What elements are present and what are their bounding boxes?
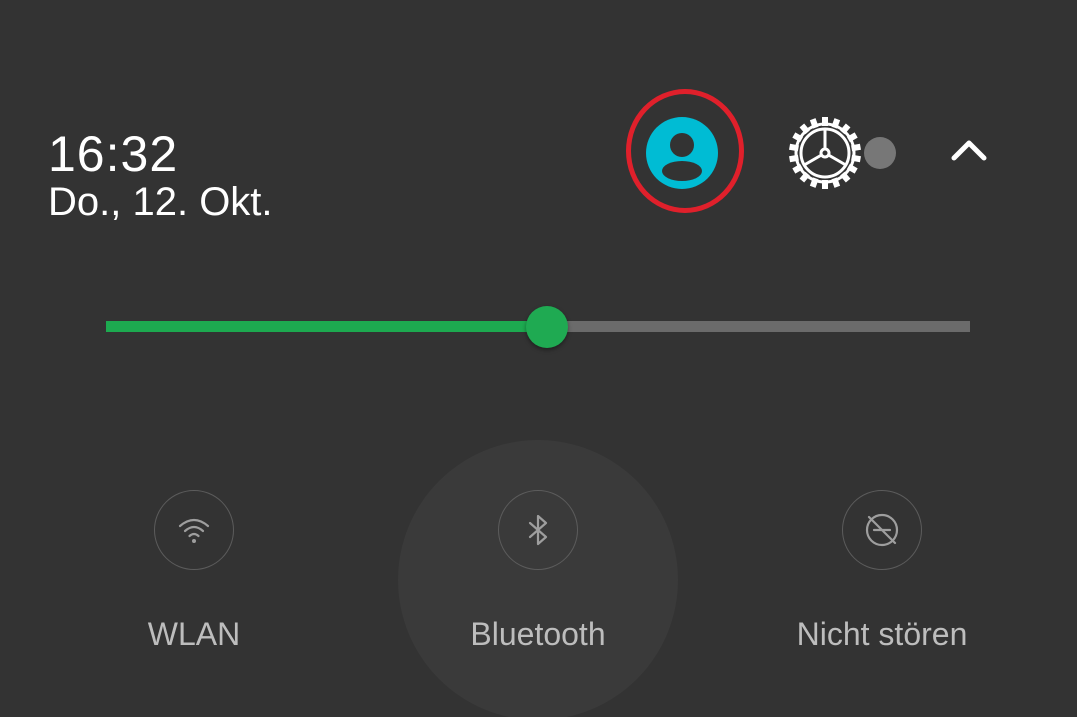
bluetooth-icon [498,490,578,570]
tile-do-not-disturb[interactable]: Nicht stören [742,440,1022,717]
quick-settings-panel: 16:32 Do., 12. Okt. WLAN Bluetooth Nicht… [0,0,1077,717]
tile-label-bluetooth: Bluetooth [470,616,606,652]
tile-press-halo [398,440,678,717]
gear-icon[interactable] [788,116,862,190]
tile-label-wlan: WLAN [147,616,241,652]
clock-time: 16:32 [48,126,179,182]
brightness-slider-thumb[interactable] [526,306,568,348]
tile-wlan[interactable]: WLAN [54,440,334,717]
chevron-up-icon[interactable] [946,130,992,170]
clock-date: Do., 12. Okt. [48,180,273,224]
clock-block: 16:32 Do., 12. Okt. [48,128,273,224]
tile-label-dnd: Nicht stören [796,616,968,652]
settings-status-dot [864,137,896,169]
tile-bluetooth[interactable]: Bluetooth [398,440,678,717]
wifi-icon [154,490,234,570]
brightness-slider[interactable] [106,306,970,348]
brightness-slider-fill [106,321,547,332]
do-not-disturb-icon [842,490,922,570]
account-circle-icon[interactable] [646,117,718,189]
